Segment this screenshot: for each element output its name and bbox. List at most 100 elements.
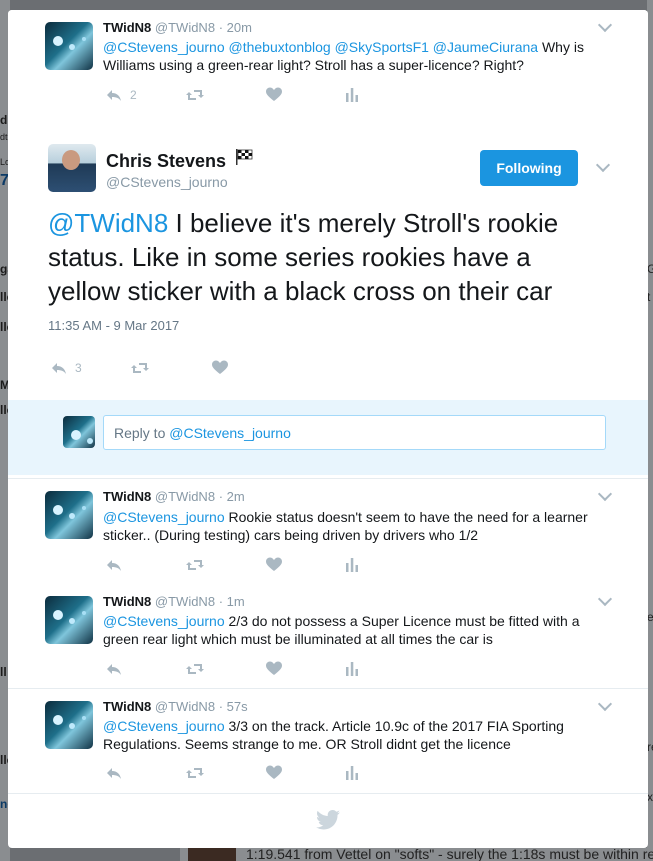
reply-icon [107, 768, 121, 779]
chevron-down-icon[interactable] [597, 486, 613, 502]
retweet-button[interactable] [131, 360, 149, 376]
display-name[interactable]: Chris Stevens [106, 151, 226, 172]
tweet-text: @CStevens_journo Rookie status doesn't s… [103, 508, 603, 544]
twitter-bird-icon [316, 810, 340, 830]
tweet-header: TWidN8 @TWidN8 · 57s [103, 699, 248, 714]
chevron-down-icon[interactable] [597, 17, 613, 33]
tweet-header: TWidN8 @TWidN8 · 20m [103, 20, 252, 35]
screen-name[interactable]: @TWidN8 [155, 699, 215, 714]
chevron-down-icon[interactable] [595, 157, 611, 173]
tweet-text: @CStevens_journo @thebuxtonblog @SkySpor… [103, 38, 603, 74]
timestamp[interactable]: · 20m [219, 20, 252, 35]
tweet-timestamp[interactable]: 11:35 AM - 9 Mar 2017 [48, 318, 179, 333]
tweet-text: @CStevens_journo 3/3 on the track. Artic… [103, 717, 603, 753]
background-tweet-text: 1:19.541 from Vettel on "softs" - surely… [246, 846, 653, 861]
reply-button[interactable]: 3 [51, 360, 82, 376]
reply-button[interactable]: 2 [106, 87, 137, 103]
analytics-icon [346, 662, 358, 676]
reply-input[interactable]: Reply to @CStevens_journo [103, 415, 606, 450]
retweet-button[interactable] [186, 765, 204, 781]
mention-link[interactable]: @CStevens_journo @thebuxtonblog @SkySpor… [103, 39, 538, 55]
retweet-button[interactable] [186, 557, 204, 573]
retweet-button[interactable] [186, 661, 204, 677]
retweet-button[interactable] [186, 87, 204, 103]
screen-name[interactable]: @TWidN8 [155, 489, 215, 504]
reply-tweet[interactable]: TWidN8 @TWidN8 · 57s @CStevens_journo 3/… [8, 689, 648, 794]
chevron-down-icon[interactable] [597, 591, 613, 607]
mention-link[interactable]: @CStevens_journo [103, 613, 225, 629]
heart-icon [266, 765, 282, 779]
retweet-icon [186, 768, 204, 778]
like-button[interactable] [266, 87, 282, 103]
reply-tweet[interactable]: TWidN8 @TWidN8 · 2m @CStevens_journo Roo… [8, 478, 648, 585]
tweet-actions [106, 765, 406, 781]
screen-name[interactable]: @CStevens_journo [106, 174, 228, 190]
screen-name[interactable]: @TWidN8 [155, 594, 215, 609]
avatar[interactable] [45, 491, 93, 539]
retweet-icon [186, 90, 204, 100]
analytics-icon [346, 766, 358, 780]
following-button[interactable]: Following [480, 150, 578, 186]
reply-button[interactable] [106, 661, 122, 677]
reply-count: 2 [130, 88, 137, 102]
retweet-icon [186, 664, 204, 674]
analytics-icon [346, 88, 358, 102]
avatar[interactable] [48, 144, 96, 192]
reply-button[interactable] [106, 765, 122, 781]
like-button[interactable] [266, 557, 282, 573]
tweet-actions [106, 661, 406, 677]
display-name[interactable]: TWidN8 [103, 20, 151, 35]
heart-icon [266, 557, 282, 571]
mention-link[interactable]: @TWidN8 [48, 208, 168, 238]
background-thumbnail [188, 848, 236, 861]
mention-link[interactable]: @CStevens_journo [103, 509, 225, 525]
chevron-down-icon[interactable] [597, 696, 613, 712]
heart-icon [266, 87, 282, 101]
reply-placeholder: Reply to [114, 424, 166, 441]
reply-tweet[interactable]: TWidN8 @TWidN8 · 1m @CStevens_journo 2/3… [8, 584, 648, 689]
avatar[interactable] [45, 22, 93, 70]
tweet-header: TWidN8 @TWidN8 · 1m [103, 594, 245, 609]
analytics-button[interactable] [344, 557, 360, 573]
tweet-actions: 2 [106, 87, 406, 103]
tweet-actions [106, 557, 406, 573]
reply-icon [52, 363, 66, 374]
reply-button[interactable] [106, 557, 122, 573]
reply-composer: Reply to @CStevens_journo [8, 400, 648, 475]
timestamp[interactable]: · 57s [219, 699, 248, 714]
avatar [63, 416, 95, 448]
tweet-text: @TWidN8 I believe it's merely Stroll's r… [48, 206, 608, 308]
display-name[interactable]: TWidN8 [103, 699, 151, 714]
analytics-button[interactable] [344, 765, 360, 781]
avatar[interactable] [45, 596, 93, 644]
analytics-button[interactable] [344, 661, 360, 677]
reply-icon [107, 560, 121, 571]
like-button[interactable] [212, 360, 228, 376]
timestamp[interactable]: · 1m [219, 594, 245, 609]
retweet-icon [186, 560, 204, 570]
heart-icon [266, 661, 282, 675]
like-button[interactable] [266, 765, 282, 781]
reply-icon [107, 90, 121, 101]
heart-icon [212, 360, 228, 374]
timestamp[interactable]: · 2m [219, 489, 245, 504]
main-tweet: Chris Stevens @CStevens_journo Following… [8, 110, 648, 400]
reply-count: 3 [75, 361, 82, 375]
like-button[interactable] [266, 661, 282, 677]
display-name[interactable]: TWidN8 [103, 489, 151, 504]
analytics-icon [346, 558, 358, 572]
analytics-button[interactable] [344, 87, 360, 103]
display-name[interactable]: TWidN8 [103, 594, 151, 609]
checkered-flag-icon [236, 149, 253, 165]
parent-tweet[interactable]: TWidN8 @TWidN8 · 20m @CStevens_journo @t… [8, 10, 648, 111]
tweet-text: @CStevens_journo 2/3 do not possess a Su… [103, 612, 603, 648]
avatar[interactable] [45, 701, 93, 749]
retweet-icon [131, 363, 149, 373]
reply-placeholder-handle: @CStevens_journo [169, 424, 291, 441]
mention-link[interactable]: @CStevens_journo [103, 718, 225, 734]
tweet-actions: 3 [51, 360, 351, 376]
reply-icon [107, 664, 121, 675]
tweet-detail-modal: TWidN8 @TWidN8 · 20m @CStevens_journo @t… [8, 10, 648, 848]
tweet-header: TWidN8 @TWidN8 · 2m [103, 489, 245, 504]
screen-name[interactable]: @TWidN8 [155, 20, 215, 35]
